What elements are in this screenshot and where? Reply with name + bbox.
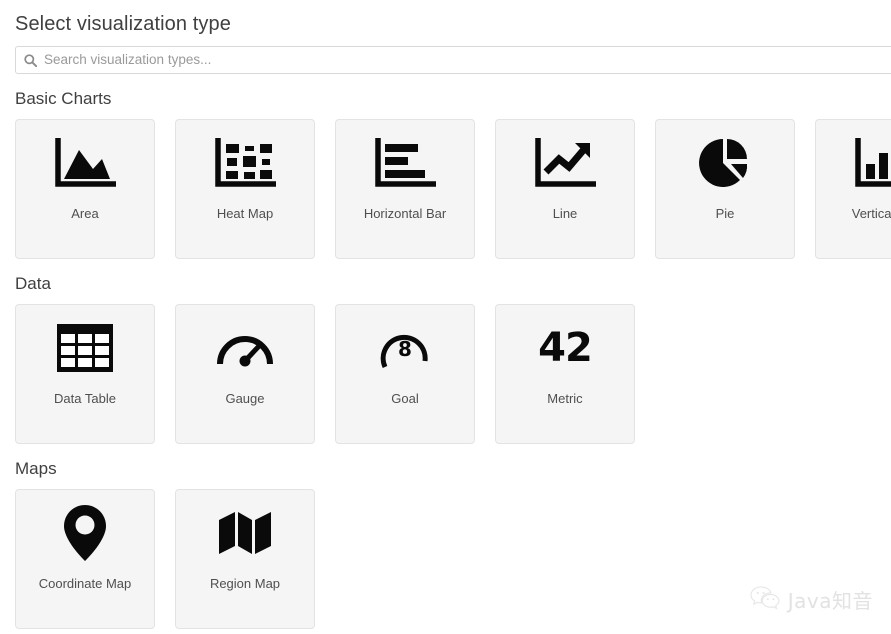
section-basic-charts: Basic Charts Area: [0, 74, 891, 259]
folded-map-icon: [176, 490, 314, 576]
card-row-data: Data Table Gauge: [0, 304, 891, 444]
viz-card-label: Horizontal Bar: [364, 206, 446, 222]
metric-icon: 42: [496, 305, 634, 391]
card-row-basic-charts: Area He: [0, 119, 891, 259]
search-icon: [24, 54, 37, 67]
section-maps: Maps Coordinate Map: [0, 444, 891, 629]
goal-gauge: 8: [377, 320, 433, 376]
goal-icon: 8: [336, 305, 474, 391]
viz-card-region-map[interactable]: Region Map: [175, 489, 315, 629]
card-row-maps: Coordinate Map Region Map: [0, 489, 891, 629]
viz-card-vertical-bar[interactable]: Vertical Bar: [815, 119, 891, 259]
section-title-data: Data: [0, 259, 891, 295]
heat-map-icon: [176, 120, 314, 206]
search-box[interactable]: [15, 46, 891, 74]
map-pin-icon: [16, 490, 154, 576]
horizontal-bar-chart-icon: [336, 120, 474, 206]
search-input[interactable]: [44, 48, 886, 72]
viz-card-pie[interactable]: Pie: [655, 119, 795, 259]
viz-card-horizontal-bar[interactable]: Horizontal Bar: [335, 119, 475, 259]
viz-card-label: Goal: [391, 391, 418, 407]
vertical-bar-chart-icon: [816, 120, 891, 206]
line-chart-icon: [496, 120, 634, 206]
visualization-type-picker: Select visualization type Basic Charts: [0, 0, 891, 634]
gauge-icon: [176, 305, 314, 391]
viz-card-label: Vertical Bar: [852, 206, 891, 222]
viz-card-label: Line: [553, 206, 578, 222]
viz-card-metric[interactable]: 42 Metric: [495, 304, 635, 444]
viz-card-line[interactable]: Line: [495, 119, 635, 259]
viz-card-label: Data Table: [54, 391, 116, 407]
viz-card-label: Area: [71, 206, 98, 222]
viz-card-gauge[interactable]: Gauge: [175, 304, 315, 444]
viz-card-label: Heat Map: [217, 206, 273, 222]
viz-card-coordinate-map[interactable]: Coordinate Map: [15, 489, 155, 629]
viz-card-label: Metric: [547, 391, 582, 407]
pie-chart-icon: [656, 120, 794, 206]
viz-card-area[interactable]: Area: [15, 119, 155, 259]
section-data: Data Data: [0, 259, 891, 444]
viz-card-heat-map[interactable]: Heat Map: [175, 119, 315, 259]
metric-value: 42: [538, 323, 592, 373]
viz-card-label: Gauge: [225, 391, 264, 407]
table-grid-icon: [16, 305, 154, 391]
section-title-basic-charts: Basic Charts: [0, 74, 891, 110]
area-chart-icon: [16, 120, 154, 206]
viz-card-goal[interactable]: 8 Goal: [335, 304, 475, 444]
section-title-maps: Maps: [0, 444, 891, 480]
viz-card-data-table[interactable]: Data Table: [15, 304, 155, 444]
viz-card-label: Pie: [716, 206, 735, 222]
viz-card-label: Region Map: [210, 576, 280, 592]
page-title: Select visualization type: [0, 0, 891, 37]
search-bar: [15, 46, 891, 74]
viz-card-label: Coordinate Map: [39, 576, 132, 592]
